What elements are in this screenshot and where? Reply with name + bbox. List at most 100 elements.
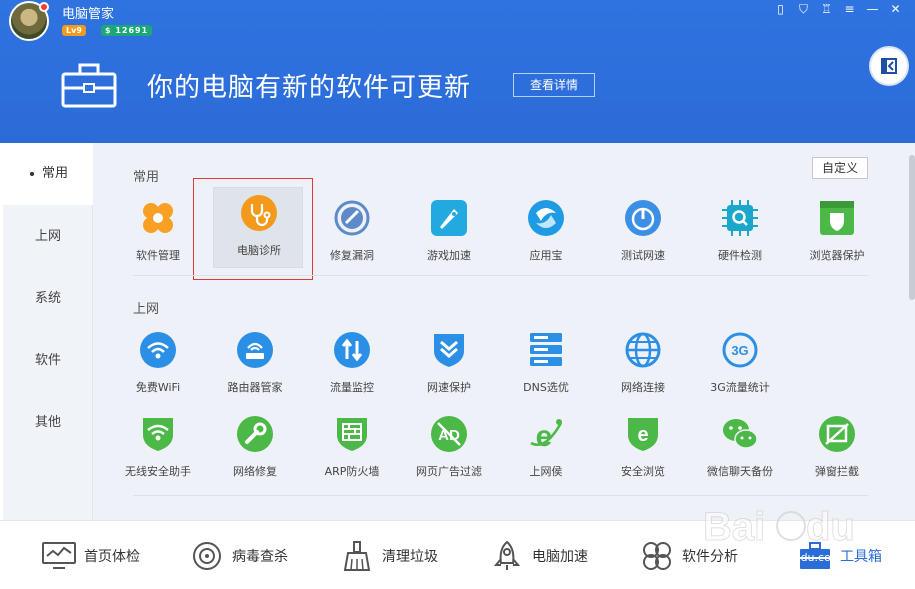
ie-bug-icon: e bbox=[530, 419, 563, 453]
update-message: 你的电脑有新的软件可更新 bbox=[147, 73, 472, 103]
tool-fix-vulnerability[interactable]: 修复漏洞 bbox=[307, 193, 397, 273]
broom-icon bbox=[343, 541, 371, 571]
selection-highlight bbox=[193, 178, 313, 280]
ad-block-icon: AD bbox=[431, 416, 467, 452]
active-bullet bbox=[30, 172, 34, 176]
tool-software-manager[interactable]: 软件管理 bbox=[113, 193, 203, 273]
panel-toggle-icon bbox=[881, 58, 897, 74]
popup-block-icon bbox=[819, 416, 855, 452]
bottom-nav-label: 软件分析 bbox=[682, 549, 738, 565]
section-title-internet: 上网 bbox=[133, 302, 160, 317]
browser-shield-icon bbox=[820, 201, 854, 235]
tool-ad-filter[interactable]: AD 网页广告过滤 bbox=[404, 409, 494, 489]
patch-globe-icon bbox=[334, 200, 370, 236]
tool-app-store[interactable]: 应用宝 bbox=[501, 193, 591, 273]
tool-safe-browse[interactable]: e 安全浏览 bbox=[598, 409, 688, 489]
tool-dns-optimize[interactable]: DNS选优 bbox=[501, 325, 591, 405]
tool-label: 软件管理 bbox=[136, 249, 180, 262]
bottom-nav-health-check[interactable]: 首页体检 bbox=[42, 541, 140, 571]
notification-dot bbox=[39, 2, 49, 12]
tool-hardware-check[interactable]: 硬件检测 bbox=[695, 193, 785, 273]
menu-icon[interactable]: ≡ bbox=[838, 1, 861, 17]
window-controls: ▯ ⛉ ♖ ≡ — ✕ bbox=[769, 1, 907, 17]
tool-arp-firewall[interactable]: ARP防火墙 bbox=[307, 409, 397, 489]
sidebar-item-label: 系统 bbox=[34, 291, 61, 306]
bottom-nav-label: 清理垃圾 bbox=[382, 549, 438, 565]
svg-text:e: e bbox=[637, 424, 648, 446]
sidebar-item-software[interactable]: 软件 bbox=[3, 330, 93, 392]
tool-label: 微信聊天备份 bbox=[707, 465, 773, 478]
panel-scrollbar[interactable] bbox=[909, 155, 915, 300]
clover-outline-icon bbox=[643, 542, 671, 570]
tool-label: 网络修复 bbox=[233, 465, 277, 478]
tool-label: 网络连接 bbox=[621, 381, 665, 394]
tool-browser-protect[interactable]: 浏览器保护 bbox=[792, 193, 882, 273]
dns-server-icon bbox=[530, 333, 562, 366]
bottom-nav-clean-junk[interactable]: 清理垃圾 bbox=[340, 541, 438, 571]
app-title: 电脑管家 bbox=[62, 7, 115, 22]
level-badge[interactable]: Lv9 bbox=[62, 25, 86, 36]
tool-label: 游戏加速 bbox=[427, 249, 471, 262]
svg-text:e: e bbox=[536, 420, 553, 453]
section-title-common: 常用 bbox=[133, 170, 160, 185]
close-icon[interactable]: ✕ bbox=[884, 1, 907, 17]
tool-router-manager[interactable]: 路由器管家 bbox=[210, 325, 300, 405]
tool-free-wifi[interactable]: 免费WiFi bbox=[113, 325, 203, 405]
tool-label: 网页广告过滤 bbox=[416, 465, 482, 478]
header-banner: 电脑管家 Lv9 $ 12691 ▯ ⛉ ♖ ≡ — ✕ 你的电脑有新的软件可更… bbox=[0, 0, 915, 143]
tool-wireless-security[interactable]: 无线安全助手 bbox=[113, 409, 203, 489]
shield-icon[interactable]: ⛉ bbox=[792, 1, 815, 17]
tool-game-boost[interactable]: 游戏加速 bbox=[404, 193, 494, 273]
tool-label: DNS选优 bbox=[523, 381, 569, 394]
tool-network-repair[interactable]: 网络修复 bbox=[210, 409, 300, 489]
user-avatar[interactable] bbox=[9, 1, 49, 41]
rocket-game-icon bbox=[431, 200, 467, 236]
tool-speed-test[interactable]: 测试网速 bbox=[598, 193, 688, 273]
tool-label: 无线安全助手 bbox=[125, 465, 191, 478]
tool-label: 硬件检测 bbox=[718, 249, 762, 262]
watermark-url: jingyan.baidu.com bbox=[740, 551, 842, 564]
minimize-icon[interactable]: — bbox=[861, 1, 884, 17]
bottom-nav-software-analysis[interactable]: 软件分析 bbox=[640, 541, 738, 571]
safe-browse-icon: e bbox=[628, 418, 658, 451]
tool-label: 免费WiFi bbox=[135, 381, 181, 394]
tool-network-connection[interactable]: 网络连接 bbox=[598, 325, 688, 405]
sidebar-item-label: 软件 bbox=[34, 353, 61, 368]
monitor-chart-icon bbox=[42, 542, 76, 569]
tool-3g-traffic-stats[interactable]: 3G 3G流量统计 bbox=[695, 325, 785, 405]
sidebar-item-internet[interactable]: 上网 bbox=[3, 206, 93, 268]
section-divider bbox=[133, 275, 868, 276]
firewall-shield-icon bbox=[337, 418, 367, 451]
sidebar-item-other[interactable]: 其他 bbox=[3, 392, 93, 454]
tool-speed-protect[interactable]: 网速保护 bbox=[404, 325, 494, 405]
sidebar-item-system[interactable]: 系统 bbox=[3, 268, 93, 330]
bottom-nav-label: 电脑加速 bbox=[532, 549, 588, 565]
sidebar-item-label: 上网 bbox=[34, 229, 61, 244]
3g-icon: 3G bbox=[722, 332, 758, 368]
view-details-button[interactable]: 查看详情 bbox=[513, 73, 595, 97]
tool-label: 安全浏览 bbox=[621, 465, 665, 478]
sidebar-item-label: 常用 bbox=[41, 166, 68, 181]
collapse-panel-button[interactable] bbox=[869, 46, 909, 86]
wechat-icon bbox=[723, 419, 758, 449]
phone-icon[interactable]: ▯ bbox=[769, 1, 792, 17]
tool-traffic-monitor[interactable]: 流量监控 bbox=[307, 325, 397, 405]
tool-popup-block[interactable]: 弹窗拦截 bbox=[792, 409, 882, 489]
sidebar-item-common[interactable]: 常用 bbox=[3, 143, 93, 205]
tool-web-monitor[interactable]: e 上网侯 bbox=[501, 409, 591, 489]
tool-label: 流量监控 bbox=[330, 381, 374, 394]
section-divider bbox=[133, 495, 868, 496]
shirt-icon[interactable]: ♖ bbox=[815, 1, 838, 17]
bottom-nav-speed-up[interactable]: 电脑加速 bbox=[490, 541, 588, 571]
speed-shield-icon bbox=[434, 334, 464, 367]
customize-button[interactable]: 自定义 bbox=[812, 157, 868, 179]
free-wifi-icon bbox=[140, 332, 176, 368]
category-sidebar: 常用 上网 系统 软件 其他 bbox=[3, 143, 93, 520]
bottom-nav-virus-scan[interactable]: 病毒查杀 bbox=[190, 541, 288, 571]
tools-panel: 常用 自定义 软件管理 电脑诊所 修复漏洞 游戏加速 应用宝 测试网速 硬件检测… bbox=[93, 143, 915, 520]
wrench-icon bbox=[237, 416, 273, 452]
tool-wechat-backup[interactable]: 微信聊天备份 bbox=[695, 409, 785, 489]
tool-label: 3G流量统计 bbox=[710, 381, 770, 394]
coin-badge[interactable]: $ 12691 bbox=[101, 25, 153, 36]
tool-label: 上网侯 bbox=[529, 465, 563, 478]
